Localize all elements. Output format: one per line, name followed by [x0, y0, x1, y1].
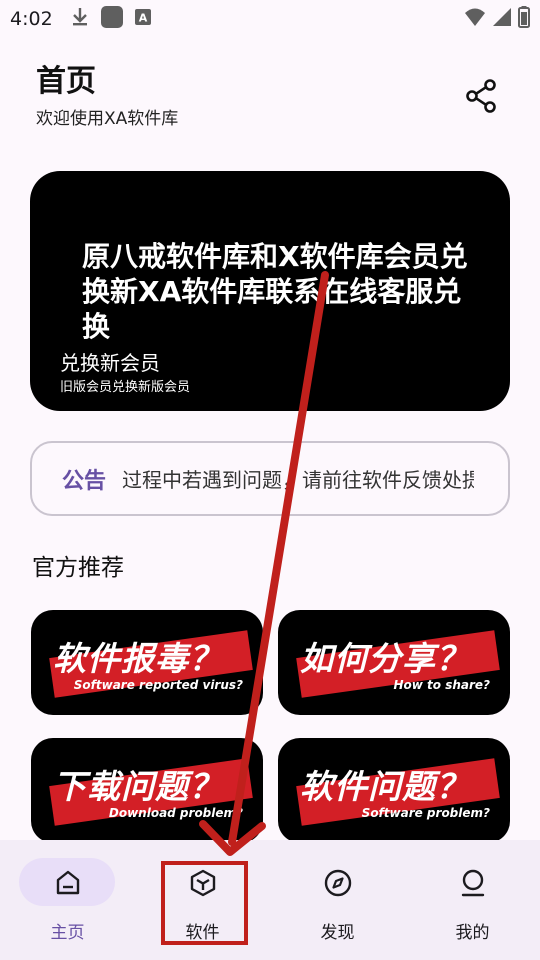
announcement-text: 过程中若遇到问题，请前往软件反馈处提	[122, 468, 475, 492]
recommend-card-share[interactable]: 如何分享？ How to share?	[278, 610, 510, 715]
nav-item-discover[interactable]: 发现	[270, 840, 405, 960]
battery-icon	[518, 6, 530, 32]
recommend-card-virus[interactable]: 软件报毒？ Software reported virus?	[31, 610, 263, 715]
nav-item-profile[interactable]: 我的	[405, 840, 540, 960]
share-icon	[466, 79, 496, 113]
card-subtitle: Software reported virus?	[73, 678, 243, 692]
nav-label-home: 主页	[50, 923, 85, 943]
card-title: 软件报毒？	[53, 639, 223, 678]
svg-text:A: A	[138, 12, 147, 25]
profile-icon	[461, 869, 484, 897]
nav-item-home[interactable]: 主页	[0, 840, 135, 960]
page-title: 首页	[36, 64, 96, 99]
banner-title: 兑换新会员	[60, 351, 160, 375]
download-icon	[71, 7, 89, 31]
announcement-label: 公告	[62, 468, 107, 494]
compass-icon	[324, 869, 351, 897]
bottom-navigation: 主页 软件 发现 我的	[0, 840, 540, 960]
share-button[interactable]	[464, 78, 500, 114]
status-time: 4:02	[10, 8, 53, 30]
signal-icon	[492, 7, 512, 31]
home-icon	[56, 870, 79, 895]
announcement-bar[interactable]: 公告 过程中若遇到问题，请前往软件反馈处提	[30, 441, 510, 516]
card-title: 软件问题？	[300, 767, 470, 806]
card-subtitle: Download problem?	[108, 806, 243, 820]
card-subtitle: Software problem?	[361, 806, 490, 820]
banner-text: 原八戒软件库和X软件库会员兑换新XA软件库联系在线客服兑换	[82, 240, 468, 343]
card-title: 下载问题？	[53, 767, 223, 806]
banner-subtitle: 旧版会员兑换新版会员	[60, 380, 191, 395]
status-right-icons	[464, 6, 530, 32]
a-badge-icon: A	[134, 9, 151, 29]
section-title-recommend: 官方推荐	[32, 555, 124, 581]
recommend-card-download[interactable]: 下载问题？ Download problem?	[31, 738, 263, 843]
promo-banner[interactable]: 原八戒软件库和X软件库会员兑换新XA软件库联系在线客服兑换 兑换新会员 旧版会员…	[30, 171, 510, 411]
status-bar: 4:02 A	[0, 0, 540, 38]
wifi-icon	[464, 7, 486, 31]
app-square-icon	[100, 6, 123, 32]
card-title: 如何分享？	[300, 639, 470, 678]
nav-label-profile: 我的	[455, 923, 490, 943]
card-subtitle: How to share?	[393, 678, 490, 692]
page-header: 首页 欢迎使用XA软件库	[36, 62, 178, 129]
recommend-card-software[interactable]: 软件问题？ Software problem?	[278, 738, 510, 843]
page-subtitle: 欢迎使用XA软件库	[36, 109, 179, 129]
annotation-highlight-box	[161, 861, 248, 945]
nav-label-discover: 发现	[320, 923, 355, 943]
